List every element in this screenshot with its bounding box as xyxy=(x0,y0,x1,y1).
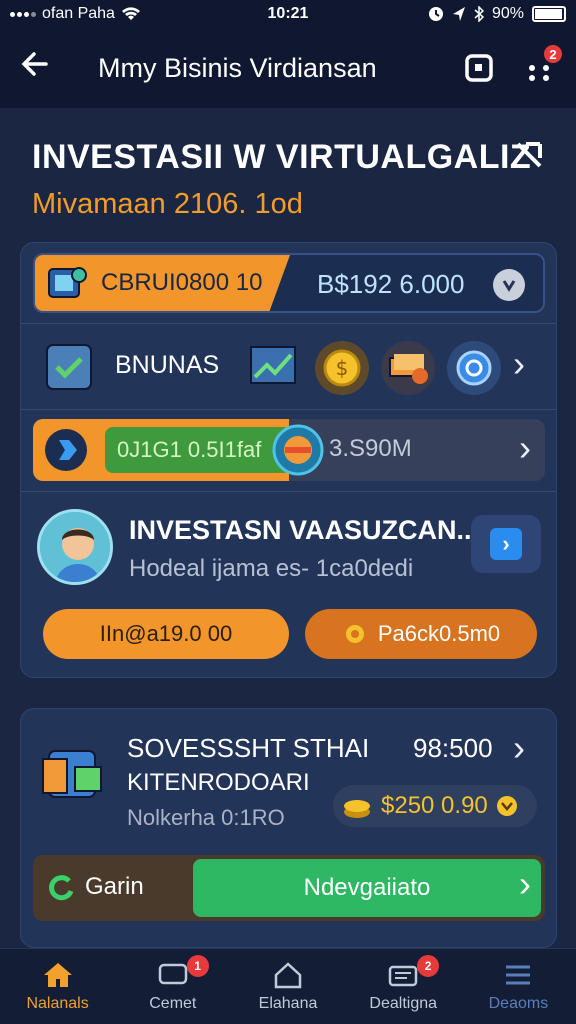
balance-label: CBRUI0800 10 xyxy=(101,269,263,296)
chat-icon xyxy=(158,963,188,984)
app-title: Mmy Bisinis Virdiansan xyxy=(98,52,377,83)
home-icon xyxy=(43,962,72,987)
nav-item-menu[interactable]: Deaoms xyxy=(461,949,576,1024)
bonus-chevron-right-icon[interactable]: › xyxy=(513,343,525,385)
back-button[interactable] xyxy=(20,49,70,88)
nav-badge: 1 xyxy=(186,955,209,977)
investment-button-2[interactable]: Pa6ck0.5m0 xyxy=(305,609,537,659)
gear-icon xyxy=(345,625,364,643)
money-stack-icon xyxy=(389,354,428,384)
menu-icon xyxy=(506,965,531,984)
wifi-icon xyxy=(121,7,140,20)
arrow-left-icon xyxy=(21,51,48,76)
nav-item-wallet[interactable]: Dealtigna 2 xyxy=(346,949,461,1024)
svg-text:$: $ xyxy=(336,356,349,380)
coin-value: $250 0.90 xyxy=(381,792,488,819)
page-subtitle: Mivamaan 2106. 1od xyxy=(32,188,303,220)
divider xyxy=(21,491,556,492)
dollar-coin-icon: $ xyxy=(323,349,361,387)
progress-chevron-right-icon[interactable]: › xyxy=(519,427,531,469)
chevron-down-icon xyxy=(502,280,516,292)
nav-item-house[interactable]: Elahana xyxy=(230,949,345,1024)
avatar xyxy=(37,509,113,585)
progress-label: 0J1G1 0.5I1faf xyxy=(105,427,291,473)
gift-icon[interactable] xyxy=(381,341,435,395)
bonus-row[interactable]: BNUNAS $ › xyxy=(21,327,556,407)
bottom-nav: Nalanals Cemet 1 Elahana Dealtigna 2 Dea… xyxy=(0,948,576,1024)
service-note: Nolkerha 0:1RO xyxy=(127,805,285,830)
play-icon xyxy=(45,429,87,471)
refresh-icon xyxy=(49,875,74,901)
investment-button-1[interactable]: IIn@a19.0 00 xyxy=(43,609,289,659)
service-chevron-right-icon[interactable]: › xyxy=(513,727,525,769)
balance-value: B$192 6.000 xyxy=(317,269,465,299)
globe-icon[interactable] xyxy=(447,341,501,395)
nav-item-home[interactable]: Nalanals xyxy=(0,949,115,1024)
battery-icon xyxy=(531,6,566,22)
service-card: SOVESSSHT STHAI 98:500 › KITENRODOARI No… xyxy=(20,708,557,948)
divider xyxy=(21,409,556,410)
nav-label: Elahana xyxy=(258,994,318,1012)
bonus-label: BNUNAS xyxy=(115,351,220,379)
investment-row: INVESTASN VAASUZCAN.. Hodeal ijama es- 1… xyxy=(21,495,556,665)
progress-row[interactable]: 0J1G1 0.5I1faf 3.S90M › xyxy=(33,419,545,481)
coin-value-pill[interactable]: $250 0.90 xyxy=(333,785,537,827)
page-heading: INVESTASII W VIRTUALGALIZ xyxy=(32,138,532,176)
chevron-down-icon xyxy=(496,796,517,816)
investment-button-2-label: Pa6ck0.5m0 xyxy=(377,621,501,646)
collapse-button[interactable] xyxy=(514,140,544,179)
service-amount: 98:500 xyxy=(413,733,493,763)
investment-title: INVESTASN VAASUZCAN.. xyxy=(129,515,472,545)
wallet-icon xyxy=(388,965,418,986)
coin-icon[interactable]: $ xyxy=(315,341,369,395)
bluetooth-icon xyxy=(474,6,484,22)
nav-label: Dealtigna xyxy=(369,994,438,1012)
nav-label: Nalanals xyxy=(26,994,89,1012)
wallet-icon xyxy=(48,267,87,298)
carrier-label: ofan Paha xyxy=(42,5,115,22)
checklist-icon xyxy=(46,344,92,390)
action-chevron-right-icon[interactable]: › xyxy=(519,863,531,905)
balance-row[interactable]: CBRUI0800 10 B$192 6.000 xyxy=(33,253,545,313)
house-outline-icon xyxy=(274,961,302,988)
status-bar: ofan Paha 10:21 90% xyxy=(0,0,576,28)
more-button[interactable]: 2 xyxy=(522,43,564,85)
nav-badge: 2 xyxy=(417,955,440,977)
chart-icon xyxy=(250,346,296,384)
scan-button[interactable] xyxy=(462,51,496,85)
chevron-right-icon: › xyxy=(490,528,522,560)
progress-value: 3.S90M xyxy=(329,435,412,462)
status-right: 90% xyxy=(381,5,566,23)
divider xyxy=(21,323,556,324)
notification-badge: 2 xyxy=(542,43,564,65)
investment-subtitle: Hodeal ijama es- 1ca0dedi xyxy=(129,555,414,582)
action-left-label: Garin xyxy=(85,873,144,900)
battery-percent: 90% xyxy=(491,5,524,22)
person-avatar-icon xyxy=(40,512,110,582)
coin-stack-icon xyxy=(272,424,324,476)
target-icon xyxy=(456,350,492,386)
app-bar: Mmy Bisinis Virdiansan 2 xyxy=(0,28,576,108)
investment-card: CBRUI0800 10 B$192 6.000 BNUNAS $ › 0J1G… xyxy=(20,242,557,678)
coins-icon xyxy=(344,800,370,818)
balance-left: CBRUI0800 10 xyxy=(35,255,290,311)
signal-icon xyxy=(10,11,36,17)
action-row: Garin Ndevgaiiato › xyxy=(33,855,545,921)
status-left: ofan Paha xyxy=(10,5,195,23)
location-icon xyxy=(452,7,465,21)
store-icon xyxy=(42,750,102,798)
scan-icon xyxy=(465,54,493,82)
investment-open-button[interactable]: › xyxy=(471,515,541,573)
nav-label: Deaoms xyxy=(488,994,549,1012)
action-left[interactable]: Garin xyxy=(47,873,144,901)
balance-toggle-button[interactable] xyxy=(493,269,525,301)
alarm-icon xyxy=(428,7,443,21)
service-subtitle: KITENRODOARI xyxy=(127,769,310,796)
diagonal-arrow-icon xyxy=(516,142,542,168)
nav-label: Cemet xyxy=(149,994,197,1012)
clock: 10:21 xyxy=(267,5,309,22)
nav-item-chat[interactable]: Cemet 1 xyxy=(115,949,230,1024)
navigate-button[interactable]: Ndevgaiiato xyxy=(193,859,541,917)
service-title: SOVESSSHT STHAI xyxy=(127,733,370,763)
